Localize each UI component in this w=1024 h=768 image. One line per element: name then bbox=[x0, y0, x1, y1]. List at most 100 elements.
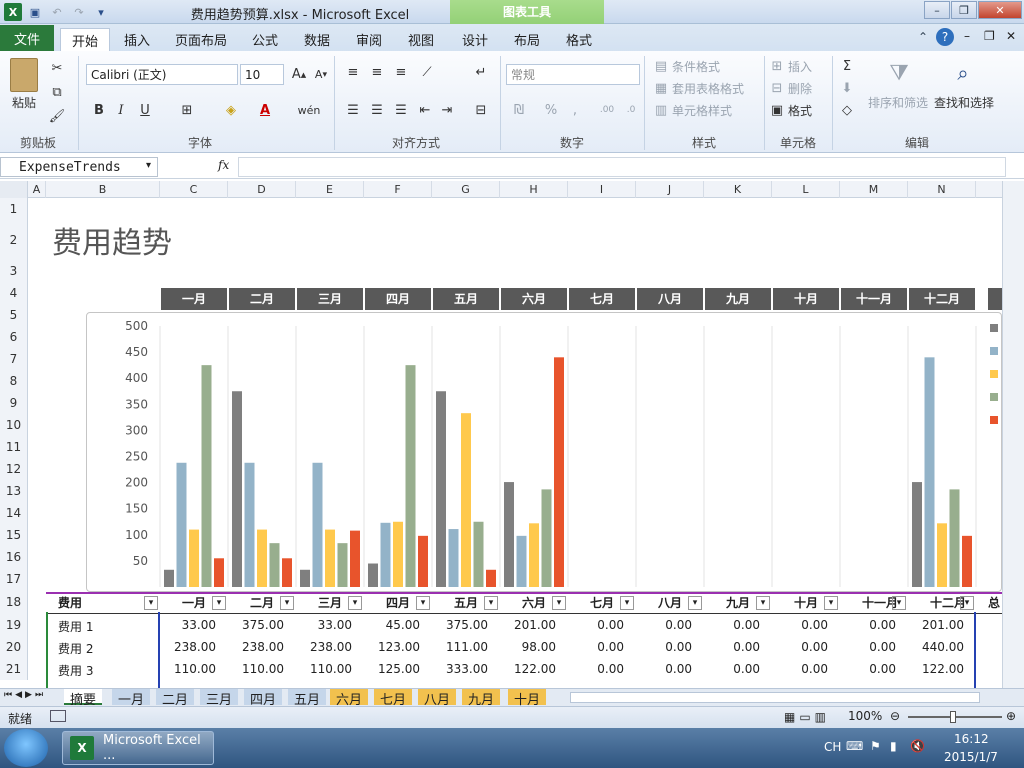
sheet-tab[interactable]: 四月 bbox=[244, 689, 283, 708]
chart-bar[interactable] bbox=[269, 543, 280, 587]
chart-bar[interactable] bbox=[214, 558, 224, 587]
y-tick-label: 150 bbox=[125, 502, 148, 516]
sheet-tab[interactable]: 二月 bbox=[156, 689, 195, 708]
chart-bar[interactable] bbox=[504, 482, 514, 587]
zoom-level[interactable]: 100% bbox=[848, 709, 882, 723]
chart-bar[interactable] bbox=[924, 357, 935, 587]
chart-bar[interactable] bbox=[516, 535, 527, 587]
filter-dropdown-icon[interactable]: ▾ bbox=[212, 596, 226, 610]
filter-dropdown-icon[interactable]: ▾ bbox=[416, 596, 430, 610]
legend-swatch[interactable] bbox=[990, 393, 998, 401]
sheet-tab[interactable]: 摘要 bbox=[64, 689, 103, 708]
chart-bar[interactable] bbox=[176, 462, 187, 587]
chart-bar[interactable] bbox=[232, 391, 242, 587]
clock-date[interactable]: 2015/1/7 bbox=[944, 750, 998, 764]
chart-bar[interactable] bbox=[257, 529, 267, 587]
y-tick-label: 300 bbox=[125, 423, 148, 437]
y-tick-label: 250 bbox=[125, 450, 148, 464]
chart-bar[interactable] bbox=[962, 535, 972, 587]
clock-time[interactable]: 16:12 bbox=[954, 732, 989, 746]
battery-icon[interactable]: ▮ bbox=[890, 739, 897, 753]
chart-bar[interactable] bbox=[529, 523, 539, 587]
y-tick-label: 100 bbox=[125, 528, 148, 542]
legend-swatch[interactable] bbox=[990, 347, 998, 355]
chart-bar[interactable] bbox=[312, 462, 323, 587]
view-buttons-icons[interactable]: ▦▭▥ bbox=[784, 710, 830, 724]
macro-record-icon[interactable] bbox=[50, 710, 66, 722]
chart-bar[interactable] bbox=[164, 569, 174, 587]
input-language[interactable]: CH bbox=[824, 740, 841, 754]
chart-bar[interactable] bbox=[337, 543, 348, 587]
table-header-month: 四月 bbox=[386, 596, 411, 610]
excel-taskbar-icon: X bbox=[70, 736, 94, 760]
chart-bar[interactable] bbox=[486, 569, 496, 587]
chart-bar[interactable] bbox=[405, 365, 416, 587]
chart-bar[interactable] bbox=[189, 529, 199, 587]
volume-icon[interactable]: 🔇 bbox=[910, 739, 925, 753]
y-tick-label: 350 bbox=[125, 397, 148, 411]
network-icon[interactable]: ⚑ bbox=[870, 739, 881, 753]
table-header-month: 十月 bbox=[794, 596, 819, 610]
filter-dropdown-icon[interactable]: ▾ bbox=[824, 596, 838, 610]
chart-bar[interactable] bbox=[912, 482, 922, 587]
chart-bar[interactable] bbox=[393, 521, 403, 587]
chart-bar[interactable] bbox=[949, 489, 960, 587]
filter-dropdown-icon[interactable]: ▾ bbox=[688, 596, 702, 610]
zoom-slider-thumb[interactable] bbox=[950, 711, 956, 723]
sheet-tab[interactable]: 九月 bbox=[462, 689, 501, 708]
legend-swatch[interactable] bbox=[990, 416, 998, 424]
filter-dropdown-icon[interactable]: ▾ bbox=[144, 596, 158, 610]
filter-dropdown-icon[interactable]: ▾ bbox=[892, 596, 906, 610]
y-tick-label: 200 bbox=[125, 476, 148, 490]
start-button-icon[interactable] bbox=[4, 729, 48, 767]
filter-dropdown-icon[interactable]: ▾ bbox=[620, 596, 634, 610]
sheet-tab[interactable]: 一月 bbox=[112, 689, 151, 708]
sheet-nav-icons[interactable]: ⏮◀▶⏭ bbox=[4, 690, 46, 700]
chart-bar[interactable] bbox=[473, 521, 484, 587]
chart-bar[interactable] bbox=[436, 391, 446, 587]
chart-bar[interactable] bbox=[461, 413, 471, 587]
filter-dropdown-icon[interactable]: ▾ bbox=[756, 596, 770, 610]
zoom-out-icon[interactable]: ⊖ bbox=[890, 709, 900, 723]
filter-dropdown-icon[interactable]: ▾ bbox=[552, 596, 566, 610]
filter-dropdown-icon[interactable]: ▾ bbox=[960, 596, 974, 610]
table-header-month: 一月 bbox=[182, 596, 207, 610]
sheet-tab[interactable]: 七月 bbox=[374, 689, 413, 708]
chart-bar[interactable] bbox=[325, 529, 335, 587]
chart-bar[interactable] bbox=[201, 365, 212, 587]
zoom-in-icon[interactable]: ⊕ bbox=[1006, 709, 1016, 723]
table-header-total: 总计 bbox=[988, 596, 1001, 610]
chart-bar[interactable] bbox=[541, 489, 552, 587]
chart-bar[interactable] bbox=[350, 530, 360, 587]
table-header-expense: 费用 bbox=[58, 596, 83, 610]
chart-bar[interactable] bbox=[448, 529, 459, 587]
chart-bar[interactable] bbox=[937, 523, 947, 587]
horizontal-scrollbar[interactable] bbox=[570, 692, 980, 703]
table-header-month: 六月 bbox=[522, 596, 547, 610]
range-highlight-green bbox=[46, 612, 160, 688]
filter-dropdown-icon[interactable]: ▾ bbox=[348, 596, 362, 610]
filter-dropdown-icon[interactable]: ▾ bbox=[484, 596, 498, 610]
table-header-month: 八月 bbox=[658, 596, 683, 610]
chart-bar[interactable] bbox=[554, 357, 564, 587]
sheet-tab[interactable]: 十月 bbox=[508, 689, 547, 708]
chart-bar[interactable] bbox=[300, 569, 310, 587]
sheet-tab[interactable]: 三月 bbox=[200, 689, 239, 708]
chart-bar[interactable] bbox=[244, 462, 255, 587]
filter-dropdown-icon[interactable]: ▾ bbox=[280, 596, 294, 610]
table-header-month: 三月 bbox=[318, 596, 343, 610]
sheet-tab[interactable]: 八月 bbox=[418, 689, 457, 708]
y-tick-label: 450 bbox=[125, 345, 148, 359]
sheet-tab[interactable]: 六月 bbox=[330, 689, 369, 708]
table-header-month: 二月 bbox=[250, 596, 275, 610]
chart-bar[interactable] bbox=[418, 535, 428, 587]
chart-bar[interactable] bbox=[380, 522, 391, 587]
legend-swatch[interactable] bbox=[990, 324, 998, 332]
chart-bar[interactable] bbox=[368, 563, 378, 587]
chart-bar[interactable] bbox=[282, 558, 292, 587]
keyboard-icon[interactable]: ⌨ bbox=[846, 739, 863, 753]
legend-swatch[interactable] bbox=[990, 370, 998, 378]
status-ready: 就绪 bbox=[8, 712, 33, 726]
y-tick-label: 500 bbox=[125, 319, 148, 333]
sheet-tab[interactable]: 五月 bbox=[288, 689, 327, 708]
